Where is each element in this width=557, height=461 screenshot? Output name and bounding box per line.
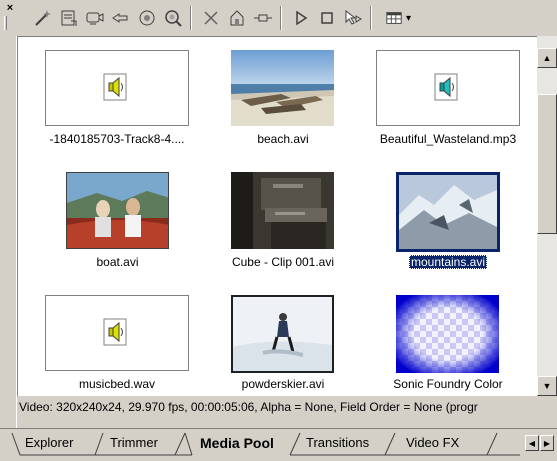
audio-thumbnail: [45, 50, 189, 126]
stop-icon[interactable]: [314, 6, 340, 30]
vertical-scrollbar[interactable]: ▲ ▼: [537, 36, 557, 396]
tab-outline: [11, 432, 520, 456]
media-fx-icon[interactable]: [134, 6, 160, 30]
tab-scroll-right-icon[interactable]: ▶: [540, 435, 554, 451]
video-thumbnail: [231, 295, 334, 373]
scroll-thumb[interactable]: [537, 94, 557, 234]
video-thumbnail: [231, 172, 334, 249]
views-icon[interactable]: ▾: [378, 6, 418, 30]
scroll-up-button[interactable]: ▲: [537, 48, 557, 68]
media-item-label[interactable]: Beautiful_Wasteland.mp3: [364, 132, 532, 146]
video-thumbnail: [231, 50, 334, 126]
media-item-label[interactable]: -1840185703-Track8-4....: [18, 132, 216, 146]
magic-wand-icon[interactable]: [30, 6, 56, 30]
chevron-down-icon: ▾: [405, 12, 412, 24]
media-properties-status: Video: 320x240x24, 29.970 fps, 00:00:05:…: [17, 396, 557, 418]
import-media-icon[interactable]: [56, 6, 82, 30]
speaker-icon: [103, 73, 127, 101]
tab-trimmer[interactable]: Trimmer: [110, 433, 158, 453]
get-media-icon[interactable]: [108, 6, 134, 30]
search-media-icon[interactable]: [160, 6, 186, 30]
tab-video-fx[interactable]: Video FX: [406, 433, 459, 453]
scroll-down-button[interactable]: ▼: [537, 376, 557, 396]
media-item-label[interactable]: mountains.avi: [396, 255, 500, 269]
media-item-label[interactable]: powderskier.avi: [218, 377, 348, 391]
speaker-icon: [103, 318, 127, 346]
window-docking-tabs: Explorer Trimmer Media Pool Transitions …: [0, 428, 557, 460]
properties-icon[interactable]: [224, 6, 250, 30]
selected-media-label[interactable]: mountains.avi: [408, 255, 488, 269]
toolbar-separator: [280, 6, 282, 30]
toolbar-separator: [370, 6, 372, 30]
media-item-label[interactable]: Sonic Foundry Color: [373, 377, 523, 391]
toolbar-grip[interactable]: [4, 16, 7, 30]
media-item-label[interactable]: boat.avi: [66, 255, 169, 269]
video-thumbnail-selected: [396, 172, 500, 252]
audio-thumbnail: [376, 50, 520, 126]
tab-scroll-left-icon[interactable]: ◀: [525, 435, 539, 451]
close-small-icon[interactable]: ×: [4, 2, 16, 14]
speaker-icon: [434, 73, 458, 101]
media-item-label[interactable]: musicbed.wav: [45, 377, 189, 391]
plugin-icon[interactable]: [250, 6, 276, 30]
media-pool-window: × ▾ -1840185703-Track8-4.... beach.avi B…: [0, 0, 557, 460]
media-item-label[interactable]: Cube - Clip 001.avi: [218, 255, 348, 269]
tab-explorer[interactable]: Explorer: [25, 433, 73, 453]
media-pool-toolbar: × ▾: [0, 0, 557, 36]
media-item-label[interactable]: beach.avi: [223, 132, 343, 146]
capture-icon[interactable]: [82, 6, 108, 30]
tab-transitions[interactable]: Transitions: [306, 433, 369, 453]
play-icon[interactable]: [288, 6, 314, 30]
toolbar-separator: [190, 6, 192, 30]
media-list[interactable]: -1840185703-Track8-4.... beach.avi Beaut…: [17, 36, 557, 396]
audio-thumbnail: [45, 295, 189, 371]
generated-media-thumbnail: [396, 295, 499, 373]
video-thumbnail: [66, 172, 169, 249]
auto-preview-icon[interactable]: [340, 6, 366, 30]
docking-strip: [0, 36, 17, 428]
tab-media-pool[interactable]: Media Pool: [200, 433, 274, 453]
delete-icon[interactable]: [198, 6, 224, 30]
